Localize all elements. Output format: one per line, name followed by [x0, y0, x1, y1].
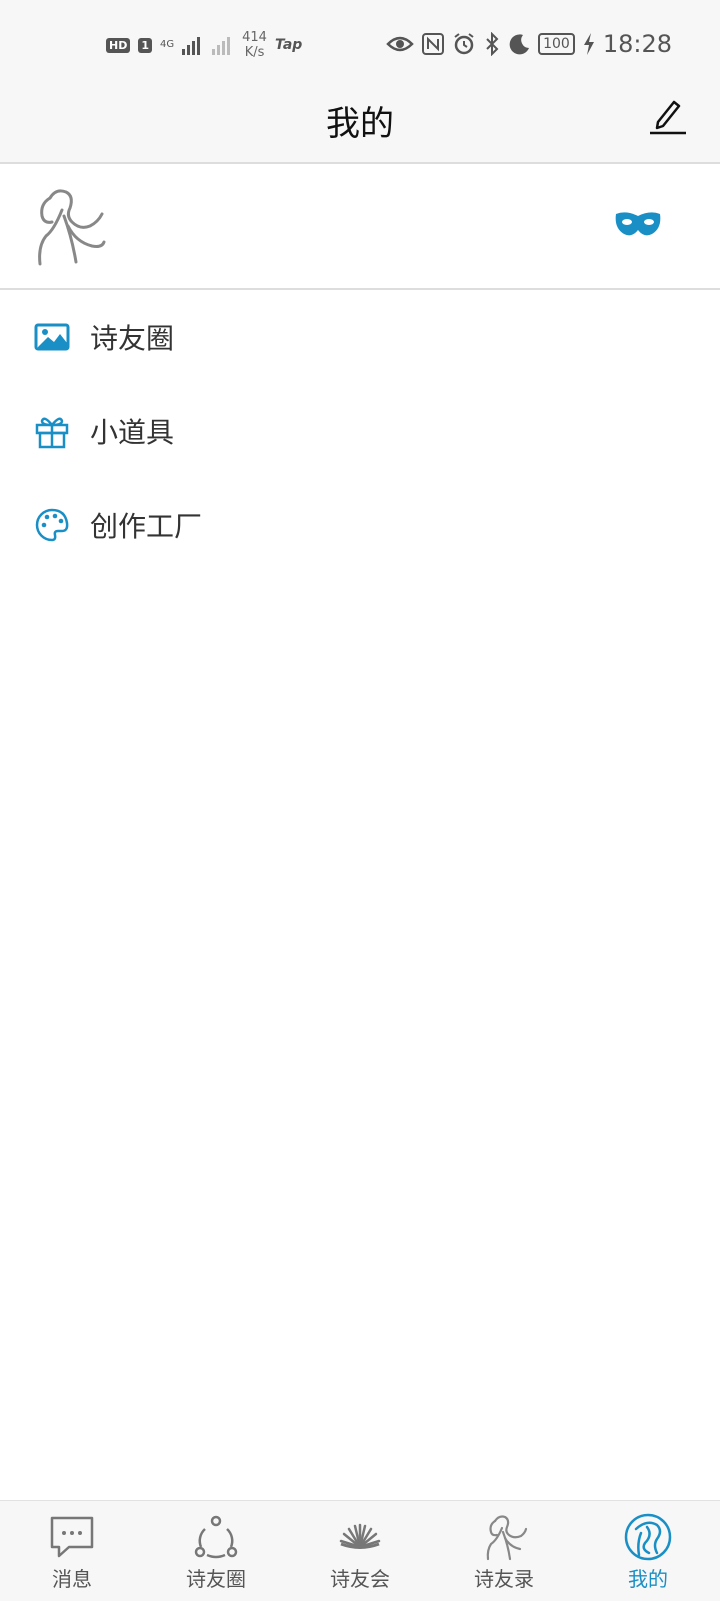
bluetooth-icon [486, 32, 499, 56]
image-icon [34, 323, 70, 351]
edit-button[interactable] [646, 94, 690, 138]
net-speed: 414 K/s [242, 30, 267, 60]
gift-icon [35, 417, 69, 449]
menu-item-label: 小道具 [90, 416, 175, 449]
mask-button[interactable] [614, 208, 662, 240]
chat-icon [50, 1516, 94, 1558]
menu-item-props[interactable]: 小道具 [0, 384, 720, 478]
status-bar: HD 1 4G 414 K/s Tap 100 18:28 [0, 0, 720, 90]
signal-weak-icon [212, 37, 231, 55]
tab-label: 我的 [628, 1567, 668, 1591]
tab-messages[interactable]: 消息 [0, 1501, 144, 1601]
page-title: 我的 [326, 104, 394, 144]
tab-label: 消息 [52, 1567, 92, 1591]
battery-indicator: 100 [538, 33, 575, 55]
avatar[interactable] [32, 186, 108, 268]
alarm-icon [454, 33, 474, 55]
nfc-icon [422, 33, 445, 55]
profile-icon [624, 1513, 672, 1561]
figure-icon [486, 1515, 528, 1561]
signal-icon [182, 37, 201, 55]
charging-icon [583, 33, 594, 55]
tab-label: 诗友录 [474, 1567, 534, 1591]
circle-nodes-icon [194, 1515, 238, 1559]
palette-icon [35, 508, 69, 542]
tab-mine[interactable]: 我的 [576, 1501, 720, 1601]
sim-badge: 1 [138, 37, 152, 53]
tab-poet-meeting[interactable]: 诗友会 [288, 1501, 432, 1601]
menu-item-circle[interactable]: 诗友圈 [0, 290, 720, 384]
status-left-group: HD 1 4G 414 K/s Tap [106, 30, 302, 60]
hd-badge: HD [106, 37, 131, 53]
network-type: 4G [160, 39, 175, 50]
menu-item-creation-factory[interactable]: 创作工厂 [0, 478, 720, 572]
menu-item-label: 创作工厂 [90, 510, 203, 543]
tab-poet-circle[interactable]: 诗友圈 [144, 1501, 288, 1601]
dancer-figure-icon [38, 189, 106, 266]
net-speed-value: 414 [242, 30, 267, 45]
moon-icon [509, 34, 530, 55]
tap-app-indicator: Tap [274, 37, 303, 53]
status-right-group: 100 18:28 [386, 30, 672, 58]
mask-icon [615, 212, 661, 236]
bottom-tab-bar: 消息 诗友圈 诗友会 诗友录 我的 [0, 1500, 720, 1601]
header-bar: 我的 [0, 90, 720, 164]
tab-label: 诗友会 [330, 1567, 390, 1591]
net-speed-unit: K/s [244, 45, 265, 60]
eye-icon [386, 36, 414, 52]
menu-list: 诗友圈 小道具 创作工厂 [0, 290, 720, 572]
tab-label: 诗友圈 [186, 1567, 246, 1591]
fan-icon [339, 1523, 381, 1549]
clock: 18:28 [602, 30, 672, 58]
profile-section[interactable] [0, 164, 720, 290]
pencil-icon [650, 100, 686, 135]
menu-item-label: 诗友圈 [90, 322, 175, 355]
tab-poet-directory[interactable]: 诗友录 [432, 1501, 576, 1601]
